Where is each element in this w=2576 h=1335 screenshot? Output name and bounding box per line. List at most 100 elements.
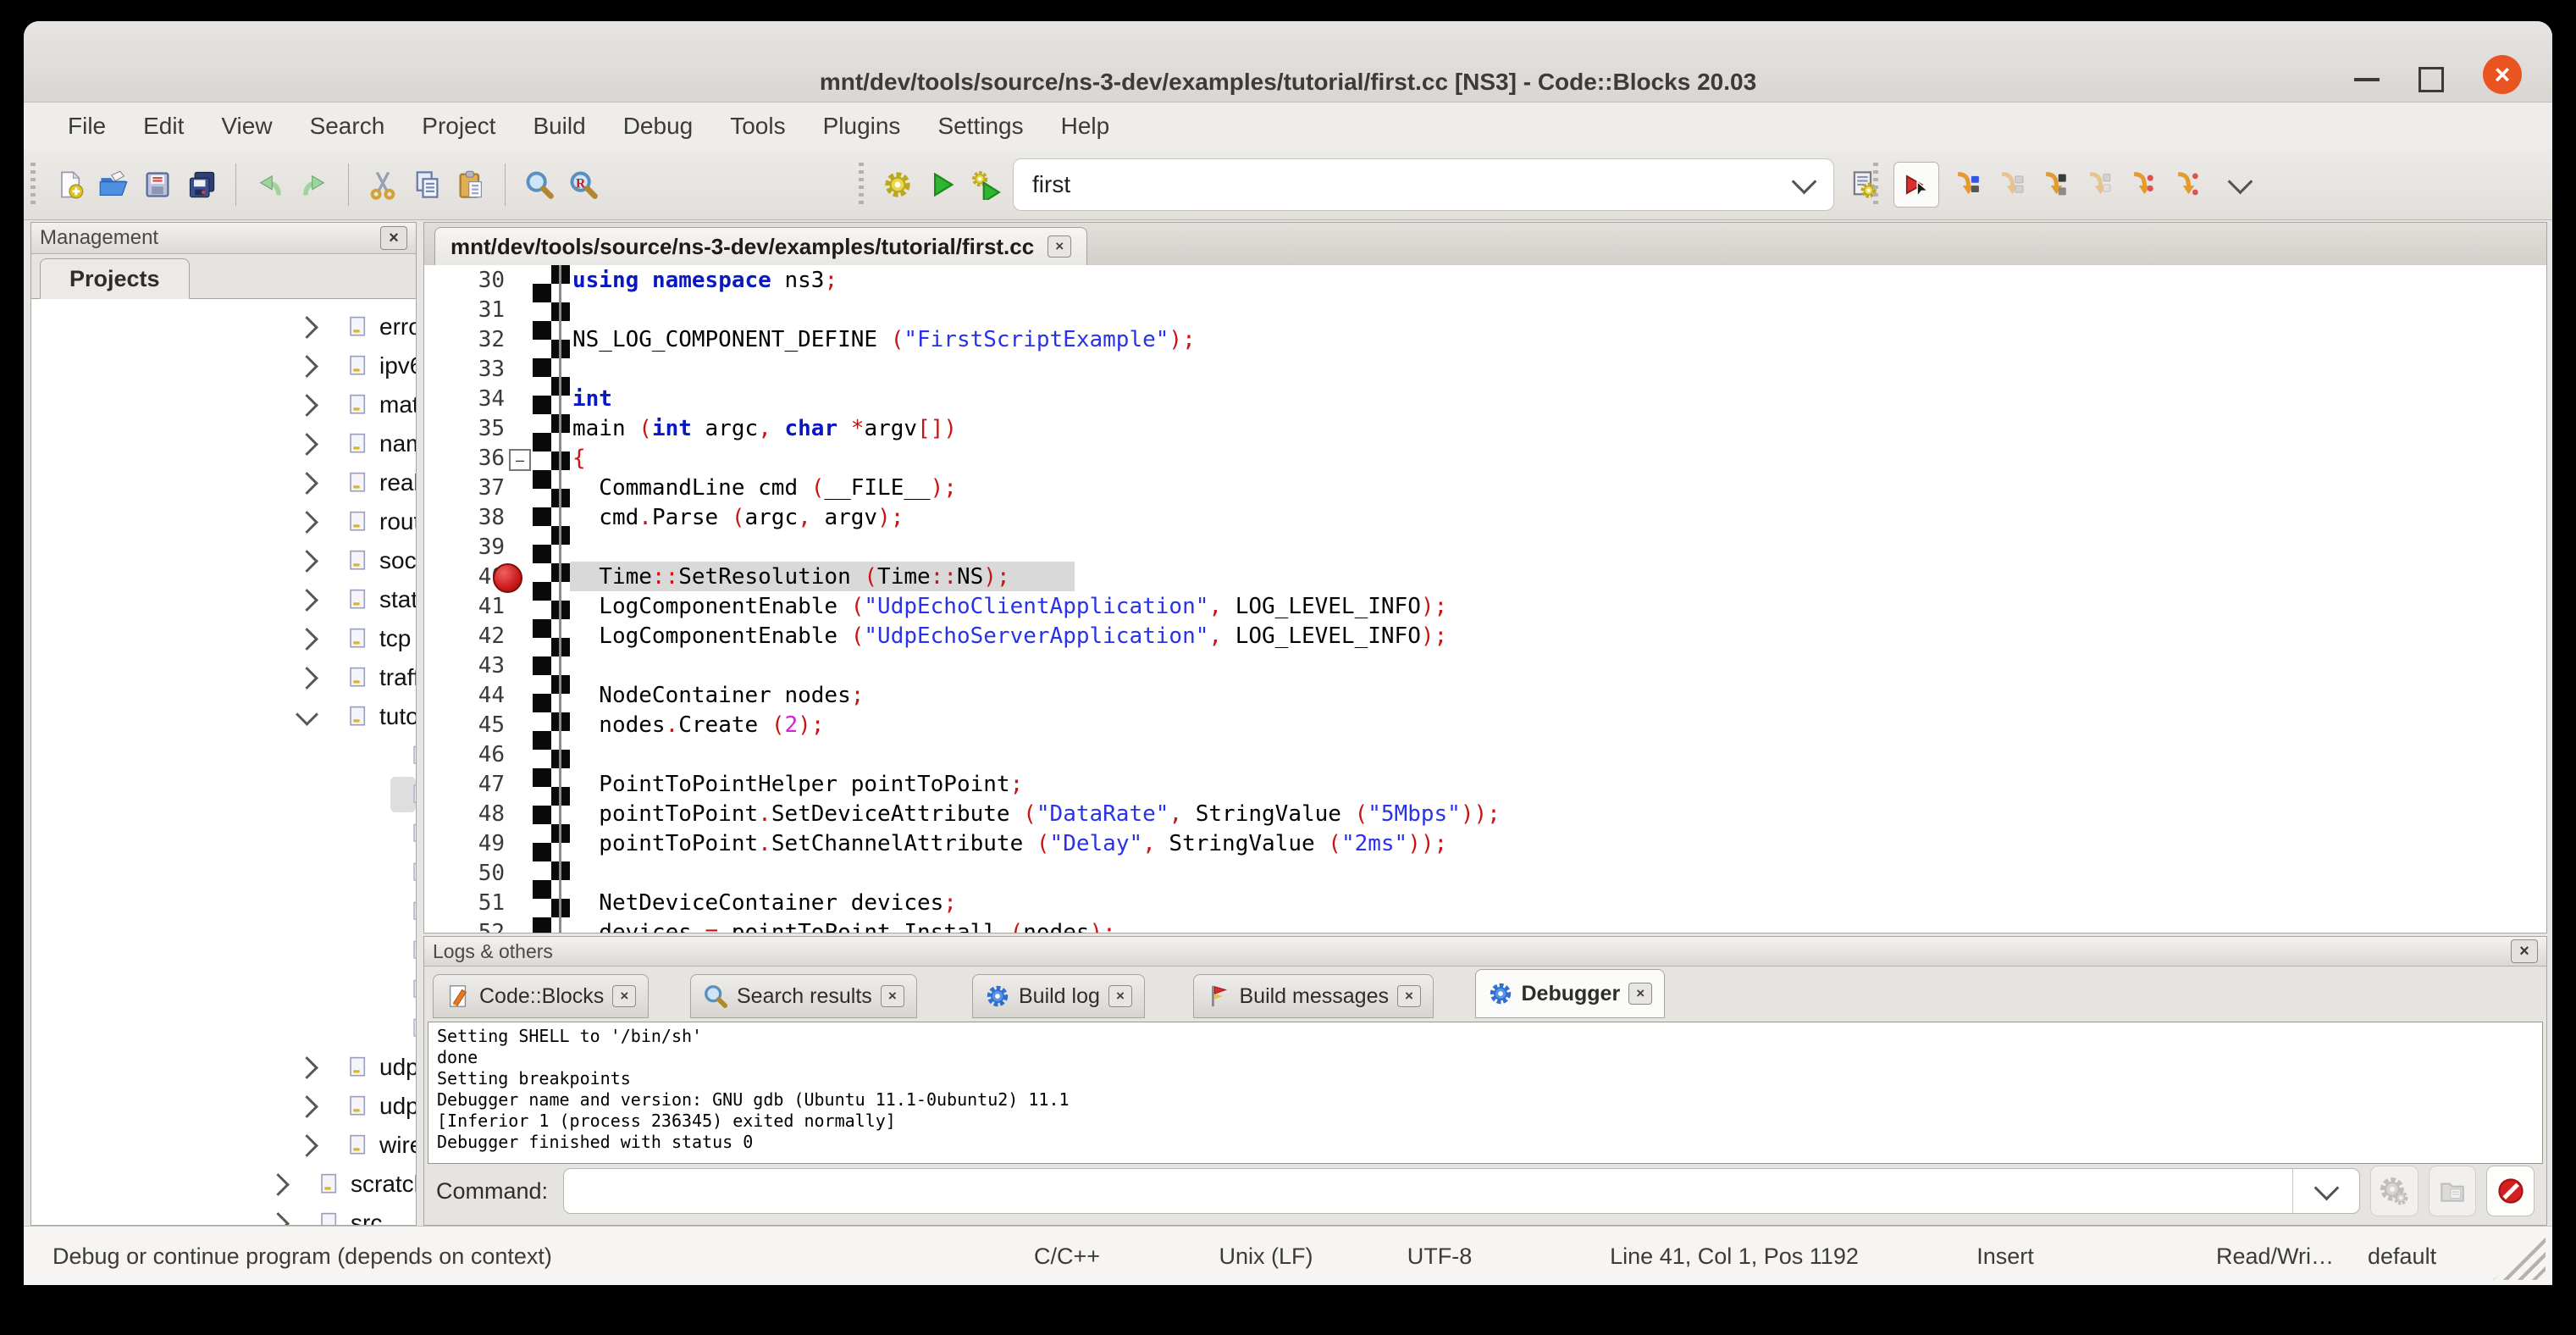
copy-log-button[interactable] — [2429, 1166, 2477, 1216]
tree-item-nam[interactable]: nam — [31, 424, 416, 463]
log-tab-debugger[interactable]: Debugger× — [1475, 969, 1666, 1018]
chevron-collapsed-icon[interactable] — [296, 433, 318, 456]
menu-tools[interactable]: Tools — [711, 113, 804, 140]
code-line-48[interactable]: 48 pointToPoint.SetDeviceAttribute ("Dat… — [424, 799, 2546, 828]
line-number[interactable]: 35 — [424, 416, 505, 441]
run-button[interactable] — [923, 163, 960, 207]
debugger-output[interactable]: Setting SHELL to '/bin/sh'doneSetting br… — [428, 1022, 2543, 1164]
log-tab-search-results[interactable]: Search results× — [690, 974, 917, 1018]
line-number[interactable]: 30 — [424, 268, 505, 293]
log-tab-close-icon[interactable]: × — [1108, 985, 1132, 1007]
code-line-47[interactable]: 47 PointToPointHelper pointToPoint; — [424, 769, 2546, 799]
tree-item-fo[interactable]: fo — [31, 814, 416, 853]
code-line-41[interactable]: 41 LogComponentEnable ("UdpEchoClientApp… — [424, 591, 2546, 621]
tree-item-traffi[interactable]: traffi — [31, 658, 416, 697]
editor-tab-first-cc[interactable]: mnt/dev/tools/source/ns-3-dev/examples/t… — [434, 227, 1087, 265]
menu-view[interactable]: View — [202, 113, 290, 140]
breakpoint-margin[interactable] — [505, 295, 533, 324]
code-line-40[interactable]: 40 Time::SetResolution (Time::NS); — [424, 562, 2546, 591]
breakpoint-margin[interactable] — [505, 740, 533, 769]
log-tab-close-icon[interactable]: × — [1628, 983, 1652, 1005]
code-line-44[interactable]: 44 NodeContainer nodes; — [424, 680, 2546, 710]
stop-debugger-button[interactable] — [2486, 1166, 2535, 1216]
tree-item-six[interactable]: six — [31, 970, 416, 1009]
chevron-collapsed-icon[interactable] — [296, 550, 318, 573]
line-number[interactable]: 50 — [424, 861, 505, 886]
breakpoint-margin[interactable] — [505, 799, 533, 828]
fold-toggle-icon[interactable]: – — [509, 449, 531, 471]
log-tab-code-blocks[interactable]: Code::Blocks× — [433, 974, 649, 1018]
toolbar-grip[interactable] — [30, 163, 36, 207]
line-number[interactable]: 51 — [424, 890, 505, 916]
log-tab-close-icon[interactable]: × — [881, 985, 904, 1007]
chevron-collapsed-icon[interactable] — [267, 1173, 290, 1196]
find-button[interactable] — [521, 163, 558, 207]
breakpoint-margin[interactable] — [505, 858, 533, 888]
menu-settings[interactable]: Settings — [919, 113, 1042, 140]
code-line-39[interactable]: 39 — [424, 532, 2546, 562]
chevron-collapsed-icon[interactable] — [296, 667, 318, 690]
breakpoint-margin[interactable] — [505, 710, 533, 740]
debug-continue-button[interactable] — [1893, 162, 1939, 208]
tree-item-th[interactable]: th — [31, 1009, 416, 1048]
minimize-button[interactable] — [2354, 78, 2380, 81]
toolbar-grip[interactable] — [1873, 163, 1878, 207]
breakpoint-icon[interactable] — [493, 563, 522, 593]
line-number[interactable]: 42 — [424, 623, 505, 649]
management-close-button[interactable]: × — [380, 226, 407, 250]
line-number[interactable]: 45 — [424, 712, 505, 738]
tree-item-tcp[interactable]: tcp — [31, 619, 416, 658]
code-line-45[interactable]: 45 nodes.Create (2); — [424, 710, 2546, 740]
tree-item-udp[interactable]: udp- — [31, 1087, 416, 1126]
build-button[interactable] — [879, 163, 916, 207]
tree-item-se[interactable]: se — [31, 892, 416, 931]
chevron-collapsed-icon[interactable] — [296, 355, 318, 378]
combo-dropdown-button[interactable] — [1774, 180, 1833, 191]
command-input[interactable] — [564, 1169, 2292, 1213]
chevron-collapsed-icon[interactable] — [296, 1095, 318, 1118]
code-editor[interactable]: 30using namespace ns3;3132NS_LOG_COMPONE… — [424, 265, 2546, 933]
new-file-button[interactable] — [51, 163, 88, 207]
tree-item-sock[interactable]: sock — [31, 541, 416, 580]
toolbar-grip[interactable] — [859, 163, 864, 207]
breakpoint-margin[interactable] — [505, 384, 533, 413]
line-number[interactable]: 44 — [424, 683, 505, 708]
line-number[interactable]: 34 — [424, 386, 505, 412]
breakpoint-margin[interactable] — [505, 473, 533, 502]
resize-grip[interactable] — [2493, 1233, 2546, 1280]
chevron-collapsed-icon[interactable] — [296, 472, 318, 495]
chevron-collapsed-icon[interactable] — [296, 1056, 318, 1079]
chevron-collapsed-icon[interactable] — [296, 394, 318, 417]
breakpoint-margin[interactable] — [505, 532, 533, 562]
line-number[interactable]: 46 — [424, 742, 505, 767]
line-number[interactable]: 31 — [424, 297, 505, 323]
menu-edit[interactable]: Edit — [124, 113, 202, 140]
next-line-button[interactable] — [1990, 163, 2027, 207]
tree-item-stat[interactable]: stat — [31, 580, 416, 619]
breakpoint-margin[interactable] — [505, 562, 533, 591]
chevron-collapsed-icon[interactable] — [296, 589, 318, 612]
code-line-49[interactable]: 49 pointToPoint.SetChannelAttribute ("De… — [424, 828, 2546, 858]
code-line-32[interactable]: 32NS_LOG_COMPONENT_DEFINE ("FirstScriptE… — [424, 324, 2546, 354]
breakpoint-margin[interactable] — [505, 917, 533, 933]
code-line-43[interactable]: 43 — [424, 651, 2546, 680]
run-to-cursor-button[interactable] — [1946, 163, 1983, 207]
tree-item-erro[interactable]: erro — [31, 307, 416, 346]
tree-item-fir[interactable]: fir — [31, 775, 416, 814]
log-tab-close-icon[interactable]: × — [612, 985, 636, 1007]
code-line-34[interactable]: 34int — [424, 384, 2546, 413]
breakpoint-margin[interactable] — [505, 769, 533, 799]
breakpoint-margin[interactable] — [505, 828, 533, 858]
line-number[interactable]: 38 — [424, 505, 505, 530]
line-number[interactable]: 41 — [424, 594, 505, 619]
debug-toolbar-overflow-button[interactable] — [2210, 180, 2269, 191]
code-line-36[interactable]: 36–{ — [424, 443, 2546, 473]
tree-item-src[interactable]: src — [31, 1204, 416, 1225]
tree-item-ipv6[interactable]: ipv6 — [31, 346, 416, 385]
breakpoint-margin[interactable] — [505, 265, 533, 295]
title-bar[interactable]: mnt/dev/tools/source/ns-3-dev/examples/t… — [24, 21, 2552, 102]
tree-item-real[interactable]: real — [31, 463, 416, 502]
maximize-button[interactable] — [2418, 67, 2444, 92]
menu-search[interactable]: Search — [291, 113, 404, 140]
code-line-33[interactable]: 33 — [424, 354, 2546, 384]
